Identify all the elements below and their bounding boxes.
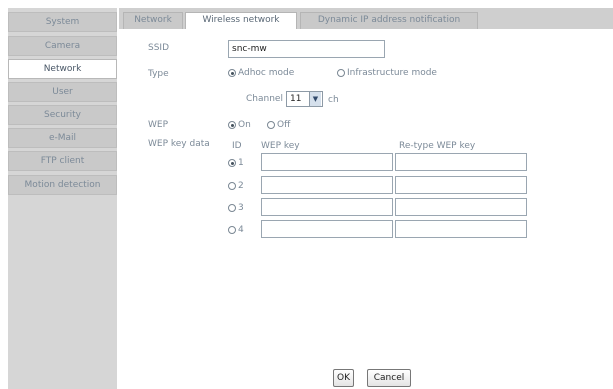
wep-off-radio[interactable]: Off (267, 120, 290, 130)
column-header-retype-wep-key: Re-type WEP key (399, 141, 476, 151)
tab-wireless-network[interactable]: Wireless network (185, 12, 297, 30)
ssid-label: SSID (148, 43, 170, 53)
wep-on-radio[interactable]: On (228, 120, 251, 130)
column-header-id: ID (232, 141, 242, 151)
radio-unchecked-icon (228, 182, 236, 190)
key-id-label: 1 (238, 158, 244, 168)
wep-on-label: On (238, 120, 251, 130)
retype-wep-key-2-input[interactable] (395, 176, 527, 194)
wep-key-2-input[interactable] (261, 176, 393, 194)
adhoc-mode-radio[interactable]: Adhoc mode (228, 68, 294, 78)
wireless-settings-panel: SSID Type Adhoc mode Infrastructure mode… (119, 29, 613, 389)
retype-wep-key-1-input[interactable] (395, 153, 527, 171)
channel-value: 11 (290, 94, 302, 104)
type-label: Type (148, 69, 169, 79)
key-id-label: 3 (238, 203, 244, 213)
sidebar-item-user[interactable]: User (8, 82, 117, 102)
chevron-down-icon: ▼ (309, 92, 321, 106)
sidebar-nav: System Camera Network User Security e-Ma… (8, 8, 117, 389)
radio-unchecked-icon (337, 69, 345, 77)
sidebar-item-camera[interactable]: Camera (8, 36, 117, 56)
wep-key-3-input[interactable] (261, 198, 393, 216)
ok-button[interactable]: OK (333, 369, 354, 387)
radio-checked-icon (228, 159, 236, 167)
sidebar-item-motion-detection[interactable]: Motion detection (8, 175, 117, 195)
key-id-2-radio[interactable]: 2 (228, 181, 244, 191)
retype-wep-key-4-input[interactable] (395, 220, 527, 238)
radio-unchecked-icon (267, 121, 275, 129)
sidebar-item-security[interactable]: Security (8, 105, 117, 125)
wep-key-data-label: WEP key data (148, 139, 210, 149)
wep-key-1-input[interactable] (261, 153, 393, 171)
radio-unchecked-icon (228, 204, 236, 212)
key-id-label: 4 (238, 225, 244, 235)
key-id-4-radio[interactable]: 4 (228, 225, 244, 235)
wep-off-label: Off (277, 120, 291, 130)
key-id-3-radio[interactable]: 3 (228, 203, 244, 213)
radio-checked-icon (228, 121, 236, 129)
infrastructure-mode-label: Infrastructure mode (347, 68, 437, 78)
ssid-input[interactable] (228, 40, 385, 58)
infrastructure-mode-radio[interactable]: Infrastructure mode (337, 68, 437, 78)
wep-label: WEP (148, 120, 169, 130)
tab-dynamic-ip-notification[interactable]: Dynamic IP address notification (300, 12, 478, 29)
sidebar-item-ftp-client[interactable]: FTP client (8, 151, 117, 171)
adhoc-mode-label: Adhoc mode (238, 68, 295, 78)
tab-network[interactable]: Network (123, 12, 183, 29)
sidebar-item-system[interactable]: System (8, 12, 117, 32)
key-id-1-radio[interactable]: 1 (228, 158, 244, 168)
tab-bar: Network Wireless network Dynamic IP addr… (119, 8, 613, 30)
channel-select[interactable]: 11 ▼ (286, 91, 323, 107)
channel-label: Channel (246, 94, 283, 104)
sidebar-item-network[interactable]: Network (8, 59, 117, 79)
radio-checked-icon (228, 69, 236, 77)
cancel-button[interactable]: Cancel (367, 369, 411, 387)
wep-key-4-input[interactable] (261, 220, 393, 238)
key-id-label: 2 (238, 181, 244, 191)
sidebar-item-email[interactable]: e-Mail (8, 128, 117, 148)
column-header-wep-key: WEP key (261, 141, 300, 151)
channel-unit: ch (328, 95, 339, 105)
radio-unchecked-icon (228, 226, 236, 234)
retype-wep-key-3-input[interactable] (395, 198, 527, 216)
